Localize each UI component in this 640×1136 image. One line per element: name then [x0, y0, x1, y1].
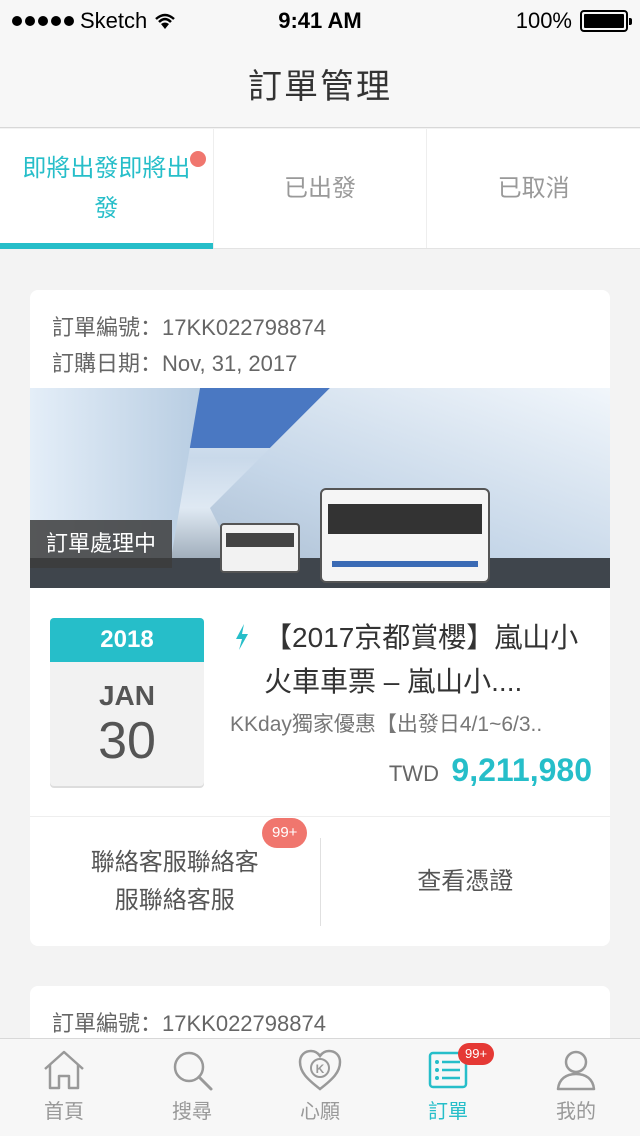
- departure-date: 2018 JAN 30: [50, 618, 204, 786]
- order-date: Nov, 31, 2017: [162, 351, 298, 376]
- order-number-row: 訂單編號： 17KK022798874: [52, 310, 588, 346]
- price: 9,211,980: [451, 752, 592, 788]
- view-voucher-label: 查看憑證: [417, 867, 514, 895]
- price-row: TWD 9,211,980: [230, 752, 600, 789]
- tab-cancelled[interactable]: 已取消: [426, 129, 640, 248]
- tabbar-orders[interactable]: 訂單 99+: [384, 1039, 512, 1136]
- product-subtitle: KKday獨家優惠【出發日4/1~6/3..: [230, 713, 543, 736]
- order-meta: 訂單編號： 17KK022798874: [30, 986, 610, 1042]
- navigation-bar: 訂單管理: [0, 40, 640, 128]
- product-title: 【2017京都賞櫻】嵐山小火車車票 – 嵐山小....: [264, 622, 579, 697]
- order-date-label: 訂購日期：: [52, 351, 163, 376]
- product-image[interactable]: 訂單處理中: [30, 388, 610, 588]
- svg-text:K: K: [316, 1062, 325, 1076]
- order-meta: 訂單編號： 17KK022798874 訂購日期： Nov, 31, 2017: [30, 290, 610, 382]
- order-number-label: 訂單編號：: [52, 315, 163, 340]
- tab-departed[interactable]: 已出發: [212, 129, 427, 248]
- tabbar-search-label: 搜尋: [172, 1101, 212, 1123]
- status-bar: Sketch 9:41 AM 100%: [0, 0, 640, 40]
- message-count-badge: 99+: [262, 817, 308, 848]
- tabbar-wishlist[interactable]: K 心願: [256, 1039, 384, 1136]
- page-title: 訂單管理: [248, 68, 392, 106]
- order-number-label: 訂單編號：: [52, 1011, 163, 1036]
- currency: TWD: [388, 761, 439, 786]
- tabbar-home-label: 首頁: [44, 1101, 84, 1123]
- tab-upcoming-label: 即將出發即將出發: [22, 154, 191, 222]
- tabbar-wishlist-label: 心願: [300, 1101, 340, 1123]
- order-tabs: 即將出發即將出發 已出發 已取消: [0, 129, 640, 249]
- battery-area: 100%: [515, 8, 632, 34]
- order-date-row: 訂購日期： Nov, 31, 2017: [52, 346, 588, 382]
- home-icon: [44, 1050, 84, 1090]
- battery-percent: 100%: [515, 8, 572, 33]
- user-icon: [556, 1050, 596, 1091]
- departure-year: 2018: [50, 618, 204, 662]
- order-number: 17KK022798874: [162, 315, 326, 340]
- order-number: 17KK022798874: [162, 1011, 326, 1036]
- tabbar-profile[interactable]: 我的: [512, 1039, 640, 1136]
- view-voucher-button[interactable]: 查看憑證: [321, 863, 611, 901]
- product-info[interactable]: 【2017京都賞櫻】嵐山小火車車票 – 嵐山小.... KKday獨家優惠【出發…: [230, 616, 600, 789]
- tab-upcoming[interactable]: 即將出發即將出發: [0, 129, 213, 249]
- status-badge: 訂單處理中: [30, 520, 173, 568]
- departure-month: JAN: [98, 680, 155, 711]
- battery-icon: [580, 10, 632, 32]
- tabbar-profile-label: 我的: [556, 1101, 596, 1123]
- tabbar-search[interactable]: 搜尋: [128, 1039, 256, 1136]
- bottom-tab-bar: 首頁 搜尋 K 心願 訂單 99+ 我的: [0, 1038, 640, 1136]
- tabbar-home[interactable]: 首頁: [0, 1039, 128, 1136]
- contact-service-label: 聯絡客服聯絡客服聯絡客服: [90, 848, 259, 914]
- search-icon: [173, 1051, 213, 1091]
- order-number-row: 訂單編號： 17KK022798874: [52, 1006, 588, 1042]
- heart-k-icon: K: [298, 1049, 342, 1091]
- contact-service-button[interactable]: 聯絡客服聯絡客服聯絡客服 99+: [30, 817, 320, 920]
- lightning-icon: [236, 624, 248, 650]
- new-indicator-dot: [190, 151, 206, 167]
- tab-cancelled-label: 已取消: [497, 174, 570, 202]
- order-actions: 聯絡客服聯絡客服聯絡客服 99+ 查看憑證: [30, 816, 610, 946]
- order-card[interactable]: 訂單編號： 17KK022798874 訂購日期： Nov, 31, 2017 …: [30, 290, 610, 946]
- tabbar-orders-label: 訂單: [428, 1101, 468, 1123]
- departure-day: 30: [98, 712, 156, 770]
- tab-departed-label: 已出發: [284, 174, 356, 202]
- orders-badge: 99+: [458, 1043, 495, 1065]
